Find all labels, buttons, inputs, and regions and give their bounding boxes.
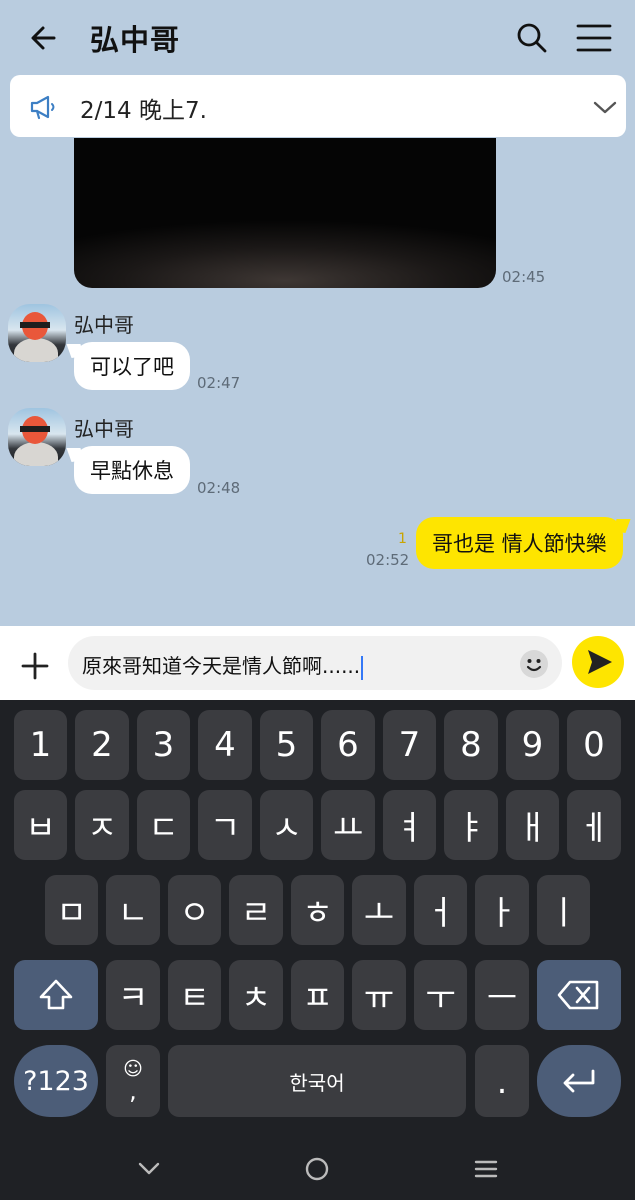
send-button[interactable] [572,636,624,688]
key[interactable]: ㄱ [198,790,252,860]
key[interactable]: 5 [260,710,313,780]
emoji-icon [520,650,548,678]
keyboard: 1 2 3 4 5 6 7 8 9 0 ㅂ ㅈ ㄷ ㄱ ㅅ ㅛ ㅕ ㅑ ㅐ ㅔ … [0,700,635,1128]
key[interactable]: ㅓ [414,875,467,945]
period-key[interactable]: . [475,1045,529,1117]
key[interactable]: ㅠ [352,960,406,1030]
key[interactable]: ㅌ [168,960,221,1030]
key[interactable]: 3 [137,710,190,780]
arrow-left-icon [31,26,56,50]
key[interactable]: 9 [506,710,559,780]
menu-button[interactable] [572,18,616,58]
megaphone-icon [30,95,55,120]
attach-button[interactable] [14,645,56,687]
unread-count: 1 [398,531,407,547]
system-nav-bar [0,1128,635,1200]
avatar[interactable] [8,408,66,466]
sender-name: 弘中哥 [74,313,134,337]
emoji-glyph: ☺ [123,1057,143,1080]
key[interactable]: ㅍ [291,960,344,1030]
key[interactable]: ㅎ [291,875,344,945]
space-key[interactable]: 한국어 [168,1045,466,1117]
message-bubble[interactable]: 早點休息 [74,446,190,494]
shift-icon [39,979,73,1010]
chat-title: 弘中哥 [90,23,181,57]
shift-key[interactable] [14,960,98,1030]
symbols-key[interactable]: ?123 [14,1045,98,1117]
key[interactable]: ㅗ [352,875,406,945]
back-button[interactable] [24,18,64,58]
message-input-value: 原來哥知道今天是情人節啊...... [82,654,361,678]
key[interactable]: ㄷ [137,790,190,860]
key[interactable]: ㅇ [168,875,221,945]
key[interactable]: ㅅ [260,790,313,860]
avatar[interactable] [8,304,66,362]
key[interactable]: ㅂ [14,790,67,860]
comma-glyph: , [129,1076,137,1105]
key[interactable]: ㅣ [537,875,590,945]
backspace-key[interactable] [537,960,621,1030]
nav-home-icon[interactable] [302,1154,332,1184]
sender-name: 弘中哥 [74,417,134,441]
key[interactable]: 2 [75,710,129,780]
message-time: 02:52 [366,551,410,569]
chevron-down-icon[interactable] [590,95,620,119]
message-text: 可以了吧 [90,355,174,379]
key[interactable]: ㄹ [229,875,283,945]
send-icon [588,650,612,674]
key[interactable]: ㅑ [444,790,498,860]
key[interactable]: 0 [567,710,621,780]
message-time: 02:47 [197,374,241,392]
key[interactable]: ㅜ [414,960,467,1030]
key[interactable]: ㅊ [229,960,283,1030]
video-thumbnail[interactable] [74,138,496,288]
message-bubble[interactable]: 可以了吧 [74,342,190,390]
key[interactable]: 7 [383,710,436,780]
plus-icon [21,652,49,680]
message-time: 02:48 [197,479,241,497]
notice-banner[interactable]: 2/14 晚上7. [10,75,626,137]
message-text: 早點休息 [90,459,174,483]
key[interactable]: ㅛ [321,790,375,860]
key[interactable]: ㅏ [475,875,529,945]
key[interactable]: 1 [14,710,67,780]
backspace-icon [557,980,599,1010]
key[interactable]: ㅈ [75,790,129,860]
text-caret [361,655,364,680]
message-input[interactable]: 原來哥知道今天是情人節啊...... [68,636,562,690]
message-text: 哥也是 情人節快樂 [432,532,607,556]
search-button[interactable] [512,18,552,58]
key[interactable]: ㅡ [475,960,529,1030]
hamburger-menu-icon [576,24,612,52]
nav-back-chevron-icon[interactable] [134,1154,164,1184]
chat-header: 弘中哥 [0,0,635,74]
key[interactable]: 4 [198,710,252,780]
key[interactable]: ㅐ [506,790,559,860]
key[interactable]: ㄴ [106,875,160,945]
nav-recents-icon[interactable] [471,1154,501,1184]
enter-icon [563,1069,595,1093]
enter-key[interactable] [537,1045,621,1117]
emoji-comma-key[interactable]: ☺ , [106,1045,160,1117]
key[interactable]: ㅁ [45,875,98,945]
key[interactable]: 8 [444,710,498,780]
search-icon [517,23,547,53]
key[interactable]: ㅔ [567,790,621,860]
key[interactable]: ㅕ [383,790,436,860]
message-bubble-outgoing[interactable]: 哥也是 情人節快樂 [416,517,623,569]
message-time: 02:45 [502,268,546,286]
emoji-button[interactable] [518,648,550,680]
message-composer: 原來哥知道今天是情人節啊...... [0,626,635,700]
notice-text: 2/14 晚上7. [80,98,207,124]
key[interactable]: ㅋ [106,960,160,1030]
key[interactable]: 6 [321,710,375,780]
